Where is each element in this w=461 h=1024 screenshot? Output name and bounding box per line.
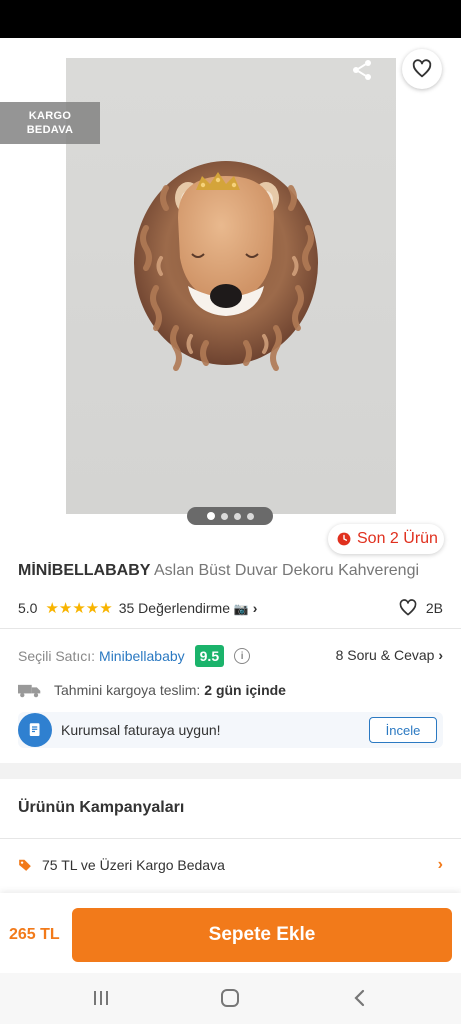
campaigns-title: Ürünün Kampanyaları	[18, 799, 185, 816]
campaign-item[interactable]: 75 TL ve Üzeri Kargo Bedava ›	[18, 854, 443, 876]
info-icon[interactable]: i	[234, 648, 251, 664]
favorites-count-value: 2B	[425, 600, 443, 616]
reviews-count: 35 Değerlendirme	[118, 600, 231, 616]
seller-score-badge: 9.5	[194, 645, 225, 667]
home-button[interactable]	[215, 985, 245, 1011]
delivery-label: Tahmini kargoya teslim:	[54, 682, 201, 698]
clock-icon	[337, 532, 351, 546]
system-back-button[interactable]	[345, 985, 375, 1011]
rating-value: 5.0	[18, 600, 38, 616]
favorites-count[interactable]: 2B	[398, 598, 443, 618]
gallery-pagination[interactable]	[187, 507, 273, 525]
invoice-icon	[18, 713, 52, 747]
free-shipping-badge: KARGO BEDAVA	[0, 102, 100, 144]
questions-answers-label: 8 Soru & Cevap	[335, 647, 435, 663]
low-stock-badge: Son 2 Ürün	[328, 524, 444, 554]
delivery-estimate: Tahmini kargoya teslim: 2 gün içinde	[18, 680, 286, 700]
product-title: MİNİBELLABABY Aslan Büst Duvar Dekoru Ka…	[18, 562, 448, 580]
product-gallery[interactable]: KARGO BEDAVA	[0, 38, 461, 540]
seller-label: Seçili Satıcı:	[18, 648, 96, 664]
product-name: Aslan Büst Duvar Dekoru Kahverengi	[154, 562, 420, 579]
pagination-dot[interactable]	[220, 512, 228, 520]
seller-row: Seçili Satıcı: Minibellababy 9.5 i 8 Sor…	[18, 644, 443, 668]
reviews-link[interactable]: 35 Değerlendirme 📷 ›	[119, 600, 258, 616]
campaign-label: 75 TL ve Üzeri Kargo Bedava	[42, 857, 225, 873]
chevron-left-icon	[354, 989, 365, 1007]
divider	[0, 628, 461, 629]
corporate-invoice-text: Kurumsal faturaya uygun!	[61, 722, 221, 738]
status-bar	[0, 0, 461, 38]
price: 265 TL	[9, 926, 60, 943]
questions-answers-link[interactable]: 8 Soru & Cevap ›	[336, 647, 443, 663]
lion-head-illustration	[134, 161, 318, 371]
chevron-right-icon: ›	[438, 647, 443, 663]
recent-apps-button[interactable]	[86, 985, 116, 1011]
document-icon	[29, 723, 40, 736]
rating-row: 5.0 ★★★★★ 35 Değerlendirme 📷 › 2B	[18, 598, 443, 618]
share-button[interactable]	[344, 52, 380, 88]
recent-apps-icon	[94, 991, 108, 1005]
pagination-dot[interactable]	[233, 512, 241, 520]
section-separator	[0, 763, 461, 779]
corporate-invoice-banner: Kurumsal faturaya uygun! İncele	[18, 712, 443, 748]
home-icon	[221, 989, 239, 1007]
tag-icon	[19, 859, 31, 871]
truck-icon	[18, 684, 41, 698]
chevron-right-icon: ›	[437, 856, 443, 873]
favorite-button[interactable]	[402, 49, 442, 89]
camera-icon: 📷	[233, 602, 249, 616]
product-image[interactable]	[66, 58, 396, 514]
chevron-right-icon: ›	[252, 600, 258, 616]
free-shipping-badge-line1: KARGO	[28, 110, 72, 122]
divider	[0, 838, 461, 839]
inspect-button[interactable]: İncele	[369, 717, 437, 743]
back-button[interactable]	[14, 52, 50, 88]
system-navigation-bar	[0, 973, 461, 1024]
heart-icon	[412, 59, 432, 78]
add-to-cart-button[interactable]: Sepete Ekle	[72, 908, 452, 962]
share-icon	[353, 60, 371, 80]
purchase-bar: 265 TL Sepete Ekle	[0, 893, 461, 973]
delivery-value: 2 gün içinde	[204, 682, 286, 698]
arrow-left-icon	[23, 62, 41, 78]
seller-name-link[interactable]: Minibellababy	[99, 648, 185, 664]
free-shipping-badge-line2: BEDAVA	[26, 124, 74, 136]
pagination-dot[interactable]	[206, 512, 215, 520]
pagination-dot[interactable]	[246, 512, 254, 520]
low-stock-label: Son 2 Ürün	[357, 530, 438, 547]
heart-icon	[399, 599, 417, 616]
rating-stars: ★★★★★	[45, 600, 113, 617]
brand-name[interactable]: MİNİBELLABABY	[18, 562, 150, 579]
